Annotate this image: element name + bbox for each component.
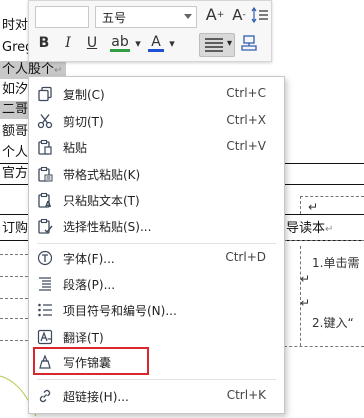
doc-right-text-2: 2.键入“ [312, 316, 354, 330]
font-icon [37, 250, 53, 266]
menu-item-cut[interactable]: 剪切(T) Ctrl+X [29, 108, 284, 134]
doc-line-dinggou: 订购 [2, 221, 29, 236]
format-painter-icon [241, 35, 257, 51]
italic-button[interactable]: I [59, 33, 77, 53]
menu-item-hyperlink[interactable]: 超链接(H)... Ctrl+K [29, 383, 284, 409]
highlight-annotation-box [33, 347, 149, 375]
shrink-font-button[interactable]: A- [229, 5, 249, 25]
enter-mark: ↵ [308, 200, 319, 214]
menu-item-label: 项目符号和编号(N)... [63, 304, 177, 318]
menu-item-label: 带格式粘贴(K) [63, 168, 141, 182]
doc-line-6: 额哥 [2, 124, 29, 139]
dashed-border [300, 196, 301, 214]
hyperlink-icon [39, 389, 51, 403]
bullets-icon [38, 303, 52, 317]
doc-right-segment: 导读本↵ [286, 221, 334, 236]
menu-item-label: 翻译(T) [63, 331, 104, 345]
paragraph-icon [39, 277, 51, 291]
highlight-color-button[interactable]: ab [109, 32, 131, 52]
copy-icon [38, 86, 52, 102]
enter-mark: ↵ [300, 272, 311, 286]
grow-font-button[interactable]: A+ [205, 5, 225, 25]
format-painter-button[interactable] [239, 33, 261, 53]
menu-item-label: 只粘贴文本(T) [63, 194, 140, 208]
menu-separator [37, 379, 276, 380]
paste-icon [38, 139, 52, 155]
menu-item-paste-special[interactable]: 选择性粘贴(S)... [29, 213, 284, 239]
menu-item-label: 选择性粘贴(S)... [63, 220, 152, 234]
menu-item-paste[interactable]: 粘贴 Ctrl+V [29, 134, 284, 160]
menu-item-paragraph[interactable]: 段落(P)... [29, 271, 284, 297]
underline-button[interactable]: U [83, 33, 101, 53]
paste-special-icon [38, 218, 53, 234]
dashed-border [0, 340, 28, 341]
align-justify-icon [205, 38, 223, 52]
chevron-down-icon[interactable]: ▾ [133, 34, 143, 54]
menu-item-shortcut: Ctrl+X [226, 113, 266, 127]
doc-line-1: 时对 [2, 18, 29, 33]
doc-line-5: 二哥 [2, 102, 29, 117]
chevron-down-icon[interactable]: ▾ [167, 34, 177, 54]
paste-format-icon [38, 166, 53, 182]
context-menu: 复制(C) Ctrl+C 剪切(T) Ctrl+X 粘贴 Ctrl+V 带格式粘… [28, 76, 285, 414]
font-family-select[interactable] [35, 6, 89, 28]
dashed-border [300, 196, 364, 197]
translate-icon [37, 329, 53, 345]
doc-line-guanfang: 官方 [2, 166, 29, 181]
line-spacing-icon [251, 6, 268, 24]
svg-text:A: A [45, 200, 52, 208]
dashed-border [284, 240, 364, 241]
align-button[interactable]: ▾ [199, 33, 235, 57]
dashed-border [284, 346, 364, 347]
doc-line-7: 个人 [2, 145, 29, 160]
dashed-border [0, 254, 28, 255]
menu-item-paste-text-only[interactable]: A 只粘贴文本(T) [29, 187, 284, 213]
doc-right-text-1: 1.单击需 [312, 256, 360, 270]
cut-icon [37, 114, 53, 129]
menu-item-copy[interactable]: 复制(C) Ctrl+C [29, 81, 284, 107]
chevron-down-icon [184, 14, 192, 19]
menu-item-label: 粘贴 [63, 141, 88, 155]
line-spacing-button[interactable] [251, 5, 269, 25]
dashed-border [0, 298, 28, 299]
font-size-select[interactable]: 五号 [95, 6, 197, 28]
menu-item-label: 字体(F)... [63, 252, 115, 266]
menu-item-bullets-numbering[interactable]: 项目符号和编号(N)... [29, 297, 284, 323]
menu-item-shortcut: Ctrl+C [226, 86, 266, 100]
bold-button[interactable]: B [35, 33, 53, 53]
menu-item-shortcut: Ctrl+K [226, 388, 266, 402]
paste-text-icon: A [38, 192, 52, 208]
font-size-value: 五号 [102, 11, 127, 25]
menu-item-label: 复制(C) [63, 88, 105, 102]
font-color-button[interactable]: A [147, 32, 165, 52]
chevron-down-icon: ▾ [226, 38, 232, 49]
dashed-border [0, 318, 28, 319]
menu-item-paste-with-format[interactable]: 带格式粘贴(K) [29, 161, 284, 187]
menu-item-font[interactable]: 字体(F)... Ctrl+D [29, 245, 284, 271]
menu-separator [37, 243, 276, 244]
dashed-border [0, 276, 28, 277]
menu-item-shortcut: Ctrl+V [226, 139, 266, 153]
menu-item-label: 超链接(H)... [63, 390, 129, 404]
doc-line-4: 如汐 [2, 82, 29, 97]
menu-item-label: 段落(P)... [63, 278, 116, 292]
menu-item-label: 剪切(T) [63, 115, 104, 129]
menu-item-shortcut: Ctrl+D [225, 250, 266, 264]
enter-mark: ↵ [300, 296, 311, 310]
mini-toolbar: 五号 A+ A- B I U ab ▾ A ▾ ▾ [28, 0, 272, 62]
